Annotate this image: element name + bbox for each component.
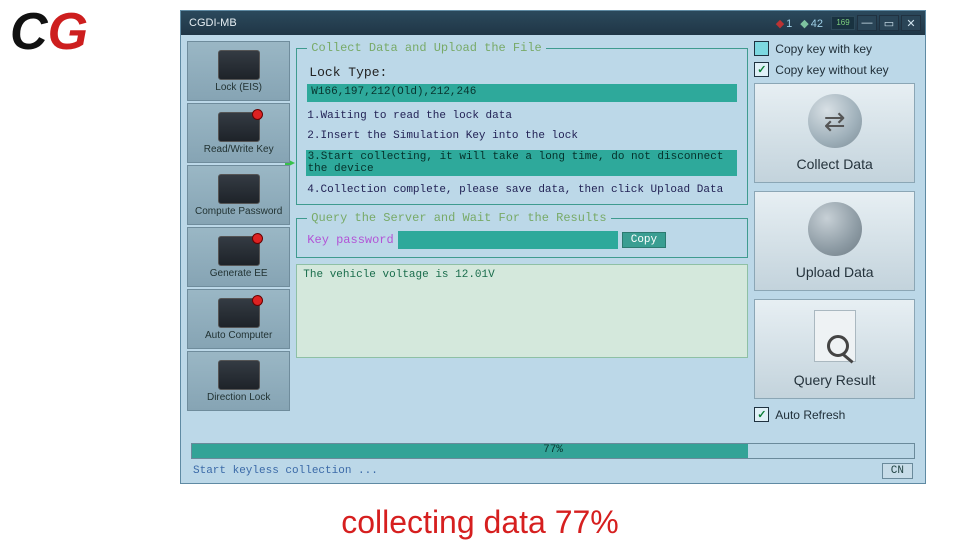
key-password-label: Key password <box>307 233 393 247</box>
maximize-button[interactable]: ▭ <box>879 15 899 31</box>
option-copy-with-key[interactable]: Copy key with key <box>754 41 915 56</box>
window-controls: — ▭ ✕ <box>857 11 921 35</box>
sidebar-item-compute-password[interactable]: Compute Password <box>187 165 290 225</box>
log-output: The vehicle voltage is 12.01V <box>296 264 748 358</box>
main-panel: Collect Data and Upload the File Lock Ty… <box>296 41 748 441</box>
progress-bar: 77% <box>191 443 915 459</box>
language-selector[interactable]: CN <box>882 463 913 479</box>
copy-button[interactable]: Copy <box>622 232 666 248</box>
query-group: Query the Server and Wait For the Result… <box>296 211 748 258</box>
sidebar-item-generate-ee[interactable]: Generate EE <box>187 227 290 287</box>
caption-text: collecting data 77% <box>0 504 960 541</box>
gem-red-icon: 1 <box>776 17 793 30</box>
battery-icon: 169 <box>831 16 855 30</box>
option-copy-without-key[interactable]: Copy key without key <box>754 62 915 77</box>
cg-logo: CG <box>10 6 88 58</box>
sidebar: Lock (EIS) Read/Write Key Compute Passwo… <box>187 41 290 441</box>
collect-legend: Collect Data and Upload the File <box>307 41 545 55</box>
checkbox-icon[interactable] <box>754 41 769 56</box>
collect-group: Collect Data and Upload the File Lock Ty… <box>296 41 748 205</box>
status-bar: Start keyless collection ... CN <box>181 459 925 483</box>
sidebar-item-lock-eis[interactable]: Lock (EIS) <box>187 41 290 101</box>
collect-data-button[interactable]: ⇄ Collect Data <box>754 83 915 183</box>
window-title: CGDI-MB <box>189 17 237 29</box>
checkbox-checked-icon[interactable] <box>754 62 769 77</box>
key-icon <box>218 112 260 142</box>
right-panel: Copy key with key Copy key without key ⇄… <box>754 41 915 441</box>
gem-green-icon: 42 <box>800 17 823 30</box>
minimize-button[interactable]: — <box>857 15 877 31</box>
direction-lock-icon <box>218 360 260 390</box>
sidebar-item-auto-computer[interactable]: Auto Computer <box>187 289 290 349</box>
step-1: 1.Waiting to read the lock data <box>307 110 737 122</box>
upload-data-button[interactable]: Upload Data <box>754 191 915 291</box>
password-icon <box>218 174 260 204</box>
status-icons: 1 42 169 <box>776 11 855 35</box>
progress-label: 77% <box>192 444 914 458</box>
app-window: CGDI-MB 1 42 169 — ▭ ✕ Lock (EIS) Read/W… <box>180 10 926 484</box>
ee-icon <box>218 236 260 266</box>
checkbox-checked-icon[interactable] <box>754 407 769 422</box>
step-4: 4.Collection complete, please save data,… <box>307 184 737 196</box>
status-text: Start keyless collection ... <box>193 465 378 477</box>
lock-icon <box>218 50 260 80</box>
sidebar-item-direction-lock[interactable]: Direction Lock <box>187 351 290 411</box>
computer-icon <box>218 298 260 328</box>
lock-type-value[interactable]: W166,197,212(Old),212,246 <box>307 84 737 102</box>
sidebar-item-read-write-key[interactable]: Read/Write Key <box>187 103 290 163</box>
step-3: 3.Start collecting, it will take a long … <box>307 150 737 176</box>
close-button[interactable]: ✕ <box>901 15 921 31</box>
query-result-button[interactable]: Query Result <box>754 299 915 399</box>
globe-icon <box>800 202 870 260</box>
key-password-field[interactable] <box>398 231 618 249</box>
step-2: 2.Insert the Simulation Key into the loc… <box>307 130 737 142</box>
search-doc-icon <box>800 310 870 368</box>
lock-type-label: Lock Type: <box>309 65 737 80</box>
titlebar: CGDI-MB 1 42 169 — ▭ ✕ <box>181 11 925 35</box>
query-legend: Query the Server and Wait For the Result… <box>307 211 610 225</box>
option-auto-refresh[interactable]: Auto Refresh <box>754 407 915 422</box>
usb-icon: ⇄ <box>800 94 870 152</box>
